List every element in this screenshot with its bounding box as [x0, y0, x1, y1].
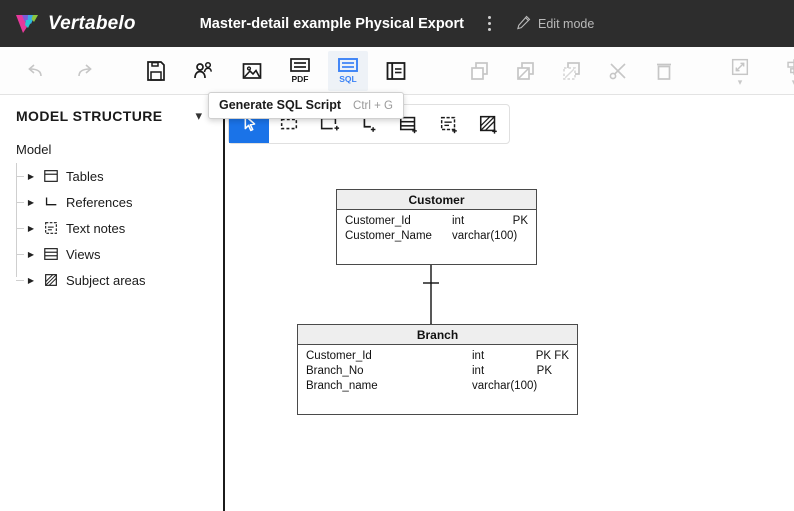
erd-table-customer[interactable]: Customer Customer_Id int PK Customer_Nam… — [336, 189, 537, 265]
triangle-right-icon[interactable]: ▶ — [24, 250, 38, 259]
triangle-right-icon[interactable]: ▶ — [24, 198, 38, 207]
reference-icon — [40, 194, 62, 210]
cut-button[interactable] — [598, 51, 638, 91]
copy-button[interactable] — [460, 51, 500, 91]
sidebar-item-label: Subject areas — [66, 272, 146, 288]
sidebar-item-label: Views — [66, 246, 101, 262]
brand[interactable]: Vertabelo — [0, 11, 136, 37]
documentation-button[interactable] — [376, 51, 416, 91]
erd-column-type: int — [472, 350, 485, 362]
resize-button[interactable]: ▾ — [720, 51, 760, 91]
generate-sql-button[interactable]: SQL — [328, 50, 368, 91]
erd-table-title: Branch — [298, 325, 577, 345]
more-vertical-icon[interactable] — [480, 13, 498, 35]
pencil-icon — [516, 15, 531, 33]
erd-column-type: varchar(100) — [452, 230, 518, 242]
vertabelo-app-window: Vertabelo Master-detail example Physical… — [0, 0, 794, 511]
edit-mode-button[interactable]: Edit mode — [516, 15, 594, 33]
vertabelo-v-logo-icon — [14, 11, 40, 37]
erd-table-columns: Customer_Id int PK Customer_Name varchar… — [337, 210, 536, 248]
erd-column-key: PK — [536, 365, 552, 377]
add-note-tool[interactable] — [429, 105, 469, 143]
delete-button[interactable] — [644, 51, 684, 91]
add-subject-area-tool[interactable] — [469, 105, 509, 143]
export-image-button[interactable] — [232, 51, 272, 91]
erd-column-key: PK — [512, 215, 528, 227]
erd-column-key: PK FK — [535, 350, 569, 362]
diagram-canvas[interactable]: Customer Customer_Id int PK Customer_Nam… — [223, 95, 794, 511]
sidebar-title: MODEL STRUCTURE — [16, 108, 163, 124]
sidebar-item-text-notes[interactable]: ▶ Text notes — [16, 215, 222, 241]
generate-sql-tooltip: Generate SQL Script Ctrl + G — [208, 92, 404, 119]
sidebar-item-views[interactable]: ▶ Views — [16, 241, 222, 267]
triangle-right-icon[interactable]: ▶ — [24, 224, 38, 233]
customer-branch-reference[interactable] — [225, 95, 794, 511]
erd-table-title: Customer — [337, 190, 536, 210]
triangle-right-icon[interactable]: ▶ — [24, 172, 38, 181]
erd-column-type: int — [472, 365, 485, 377]
model-structure-sidebar: MODEL STRUCTURE ▾ Model ▶ Tables ▶ Refer… — [0, 95, 222, 511]
erd-table-branch[interactable]: Branch Customer_Id int PK FK Branch_No i… — [297, 324, 578, 415]
toolbar-group-file: PDF SQL — [136, 47, 416, 95]
erd-column-row[interactable]: Customer_Id int PK — [345, 214, 528, 229]
erd-column-type: varchar(100) — [472, 380, 538, 392]
sidebar-item-label: References — [66, 194, 133, 210]
sidebar-header: MODEL STRUCTURE ▾ — [0, 95, 222, 124]
erd-column-type: int — [452, 215, 465, 227]
erd-column-name: Customer_Name — [345, 230, 432, 242]
paste-button[interactable] — [506, 51, 546, 91]
note-icon — [40, 220, 62, 236]
toolbar-group-arrange: ▾ ▾ ▾ — [720, 47, 794, 95]
toolbar-group-clipboard — [460, 47, 684, 95]
paste-special-button[interactable] — [552, 51, 592, 91]
erd-column-row[interactable]: Branch_No int PK — [306, 364, 569, 379]
edit-mode-label: Edit mode — [538, 16, 595, 31]
tooltip-shortcut: Ctrl + G — [353, 100, 393, 112]
erd-column-name: Branch_No — [306, 365, 364, 377]
sidebar-item-label: Text notes — [66, 220, 126, 236]
export-pdf-button[interactable]: PDF — [280, 51, 320, 91]
subject-area-icon — [40, 272, 62, 288]
brand-name: Vertabelo — [48, 12, 136, 34]
erd-column-name: Customer_Id — [306, 350, 372, 362]
sidebar-item-tables[interactable]: ▶ Tables — [16, 163, 222, 189]
generate-sql-label: SQL — [339, 73, 357, 84]
sidebar-item-references[interactable]: ▶ References — [16, 189, 222, 215]
triangle-right-icon[interactable]: ▶ — [24, 276, 38, 285]
save-button[interactable] — [136, 51, 176, 91]
document-title[interactable]: Master-detail example Physical Export — [200, 16, 464, 32]
export-pdf-label: PDF — [291, 73, 309, 84]
erd-column-row[interactable]: Customer_Id int PK FK — [306, 349, 569, 364]
erd-table-columns: Customer_Id int PK FK Branch_No int PK B… — [298, 345, 577, 398]
erd-column-row[interactable]: Customer_Name varchar(100) — [345, 229, 528, 244]
chevron-down-icon: ▾ — [737, 77, 743, 87]
tooltip-label: Generate SQL Script — [219, 98, 342, 112]
table-icon — [40, 168, 62, 184]
view-icon — [40, 246, 62, 262]
toolbar-group-history — [0, 47, 106, 95]
sidebar-item-subject-areas[interactable]: ▶ Subject areas — [16, 267, 222, 293]
align-horizontal-button[interactable]: ▾ — [774, 51, 794, 91]
erd-column-name: Customer_Id — [345, 215, 411, 227]
main-toolbar: PDF SQL ▾ — [0, 47, 794, 95]
app-header: Vertabelo Master-detail example Physical… — [0, 0, 794, 47]
undo-button[interactable] — [14, 51, 54, 91]
model-tree: ▶ Tables ▶ References ▶ Text notes ▶ Vie… — [0, 163, 222, 293]
sidebar-root-label[interactable]: Model — [0, 124, 222, 157]
erd-column-row[interactable]: Branch_name varchar(100) — [306, 379, 569, 394]
chevron-down-icon[interactable]: ▾ — [191, 108, 206, 124]
share-button[interactable] — [184, 51, 224, 91]
sidebar-item-label: Tables — [66, 168, 104, 184]
erd-column-name: Branch_name — [306, 380, 378, 392]
redo-button[interactable] — [66, 51, 106, 91]
